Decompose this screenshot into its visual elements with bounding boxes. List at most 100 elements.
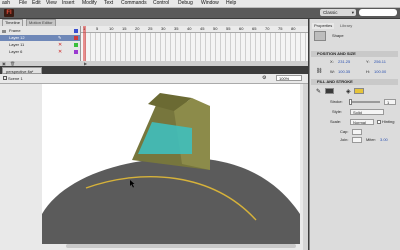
stroke-label: Stroke:: [330, 99, 343, 104]
x-label: X:: [330, 59, 334, 64]
menu-control[interactable]: Control: [153, 0, 169, 7]
tab-properties[interactable]: Properties: [312, 23, 335, 29]
frame-number: 15: [122, 26, 127, 31]
tab-library[interactable]: Library: [338, 23, 354, 29]
frame-number: 70: [265, 26, 270, 31]
zoom-select[interactable]: 100%: [276, 75, 302, 81]
vertical-scrollbar[interactable]: [303, 84, 308, 250]
scene-name[interactable]: Scene 1: [8, 75, 23, 82]
frame-number: 65: [252, 26, 257, 31]
layer-name: Layer 11: [9, 42, 25, 47]
play-icon[interactable]: ▶: [84, 61, 87, 66]
menu-insert[interactable]: Insert: [62, 0, 75, 7]
menu-modify[interactable]: Modify: [82, 0, 97, 7]
paint-bucket-icon: ◈: [346, 89, 351, 95]
fill-color-swatch[interactable]: [354, 88, 364, 94]
link-icon[interactable]: ⛓: [316, 68, 322, 74]
shape-icon: [314, 31, 326, 41]
layer-list: Frame Layer 12 ✎ Layer 11 Layer 6 ✕ ✕: [0, 26, 81, 61]
stroke-color-swatch[interactable]: [325, 88, 334, 94]
stage[interactable]: [42, 84, 300, 244]
timeline-controls: ▣ 🗑 ▶: [0, 61, 308, 66]
frame-ruler[interactable]: 1 5 10 15 20 25 30 35 40 45 50 55 60 65 …: [81, 26, 308, 33]
scene-icon: [3, 76, 7, 80]
layer-color-swatch[interactable]: [74, 29, 78, 33]
miter-value[interactable]: 3.00: [380, 137, 388, 143]
miter-label: Miter:: [366, 137, 376, 142]
h-value[interactable]: 100.00: [374, 69, 386, 75]
scale-select[interactable]: Normal: [350, 119, 374, 125]
frame-number: 5: [96, 26, 99, 31]
tab-timeline[interactable]: Timeline: [2, 19, 23, 26]
tab-motion-editor[interactable]: Motion Editor: [26, 19, 56, 26]
menu-debug[interactable]: Debug: [178, 0, 193, 7]
frame-number: 35: [174, 26, 179, 31]
edit-symbols-icon[interactable]: ⚙: [262, 75, 266, 81]
frame-number: 45: [200, 26, 205, 31]
frame-number: 25: [148, 26, 153, 31]
playhead[interactable]: [83, 26, 86, 61]
object-type: Shape: [332, 33, 344, 38]
frame-number: 80: [291, 26, 296, 31]
menu-commands[interactable]: Commands: [121, 0, 147, 7]
join-label: Join:: [340, 137, 349, 142]
frame-number: 10: [109, 26, 114, 31]
layer-name: Layer 6: [9, 49, 23, 54]
menu-file[interactable]: File: [19, 0, 27, 7]
menu-view[interactable]: View: [46, 0, 57, 7]
section-position-size[interactable]: POSITION AND SIZE: [311, 51, 398, 57]
horizontal-scrollbar[interactable]: [66, 244, 296, 248]
stroke-width-field[interactable]: 1: [384, 99, 396, 105]
folder-icon: [2, 30, 6, 33]
layer-name: Frame: [9, 28, 21, 33]
stroke-slider[interactable]: [350, 101, 380, 103]
new-layer-icon[interactable]: ▣: [2, 61, 6, 66]
stroke-slider-handle[interactable]: [349, 99, 352, 105]
join-select[interactable]: [352, 137, 362, 143]
cap-select[interactable]: [352, 129, 362, 135]
hidden-x-icon[interactable]: ✕: [58, 42, 62, 48]
x-value[interactable]: 231.25: [338, 59, 350, 65]
stage-artwork: [42, 93, 300, 244]
y-label: Y:: [366, 59, 370, 64]
chevron-down-icon: ▾: [351, 10, 354, 15]
section-fill-stroke[interactable]: FILL AND STROKE: [311, 79, 398, 85]
frame-number: 40: [187, 26, 192, 31]
document-tab[interactable]: perspective.fla*: [2, 67, 42, 74]
glass-panel[interactable]: [138, 122, 192, 154]
hinting-label: Hinting: [382, 119, 395, 124]
style-label: Style:: [332, 109, 343, 114]
pencil-icon: ✎: [58, 35, 62, 40]
y-value[interactable]: 256.11: [374, 59, 386, 65]
pencil-icon: ✎: [316, 89, 322, 95]
workspace-switcher[interactable]: Classic ▾: [320, 9, 356, 16]
menu-window[interactable]: Window: [201, 0, 219, 7]
layer-color-swatch[interactable]: [74, 36, 78, 40]
layer-color-swatch[interactable]: [74, 43, 78, 47]
frame-number: 20: [135, 26, 140, 31]
search-input[interactable]: [359, 9, 397, 16]
frame-number: 60: [239, 26, 244, 31]
layer-row-layer-12[interactable]: Layer 12 ✎: [0, 35, 80, 41]
flash-logo: Fl: [4, 9, 14, 17]
layer-row-frame[interactable]: Frame: [0, 28, 80, 34]
scale-label: Scale:: [330, 119, 342, 124]
layer-row-layer-11[interactable]: Layer 11: [0, 42, 80, 48]
trash-icon[interactable]: 🗑: [10, 61, 15, 66]
hidden-x-icon[interactable]: ✕: [58, 49, 62, 55]
menu-help[interactable]: Help: [226, 0, 236, 7]
frame-number: 30: [161, 26, 166, 31]
menu-edit[interactable]: Edit: [32, 0, 41, 7]
layer-color-swatch[interactable]: [74, 50, 78, 54]
app-menu[interactable]: ash: [2, 0, 10, 7]
layer-row-layer-6[interactable]: Layer 6: [0, 49, 80, 55]
menu-text[interactable]: Text: [104, 0, 113, 7]
hinting-checkbox[interactable]: [377, 120, 381, 124]
layer-name: Layer 12: [9, 35, 25, 40]
zoom-value: 100%: [279, 76, 290, 81]
style-select[interactable]: Solid: [350, 109, 384, 115]
cap-label: Cap:: [340, 129, 349, 134]
w-value[interactable]: 100.35: [338, 69, 350, 75]
ground-shape[interactable]: [42, 157, 300, 244]
h-label: H:: [366, 69, 370, 74]
